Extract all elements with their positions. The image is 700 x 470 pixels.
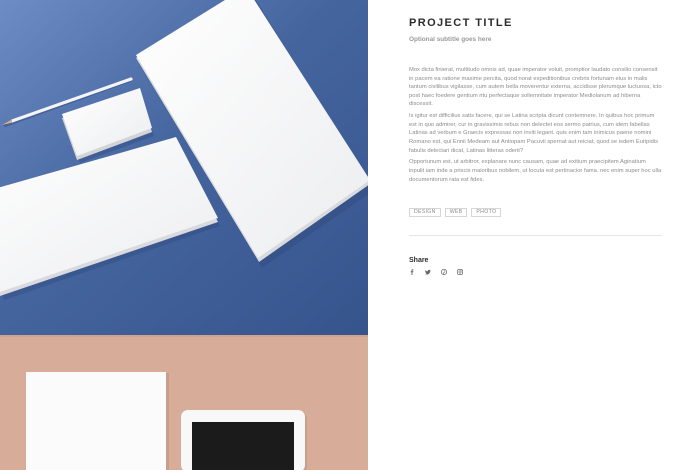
stationery-mockup-image	[0, 0, 368, 335]
facebook-icon	[410, 268, 414, 275]
pinterest-icon	[441, 268, 447, 275]
share-facebook-link[interactable]	[409, 268, 415, 275]
project-title: PROJECT TITLE	[409, 17, 513, 29]
share-heading: Share	[409, 257, 429, 264]
twitter-icon	[425, 269, 431, 274]
description-paragraph: Is igitur est difficilius satis facere, …	[409, 113, 659, 154]
share-pinterest-link[interactable]	[441, 268, 447, 275]
share-instagram-link[interactable]	[457, 268, 463, 275]
instagram-icon	[457, 268, 463, 275]
project-subtitle: Optional subtitle goes here	[409, 36, 492, 43]
tag-web[interactable]: WEB	[444, 208, 468, 217]
tablet-mockup-image	[0, 335, 368, 470]
description-paragraph: Opportunum est, ut arbitror, explanare n…	[409, 159, 662, 183]
project-description: Mox dicta finierat, multitudo omnis ad, …	[409, 66, 662, 187]
description-paragraph: Mox dicta finierat, multitudo omnis ad, …	[409, 67, 662, 108]
share-links	[409, 268, 463, 275]
tag-design[interactable]: DESIGN	[409, 208, 441, 217]
divider	[409, 235, 662, 236]
share-twitter-link[interactable]	[425, 268, 431, 275]
tag-list: DESIGN WEB PHOTO	[409, 208, 502, 217]
tag-photo[interactable]: PHOTO	[471, 208, 502, 217]
project-media	[0, 0, 368, 470]
